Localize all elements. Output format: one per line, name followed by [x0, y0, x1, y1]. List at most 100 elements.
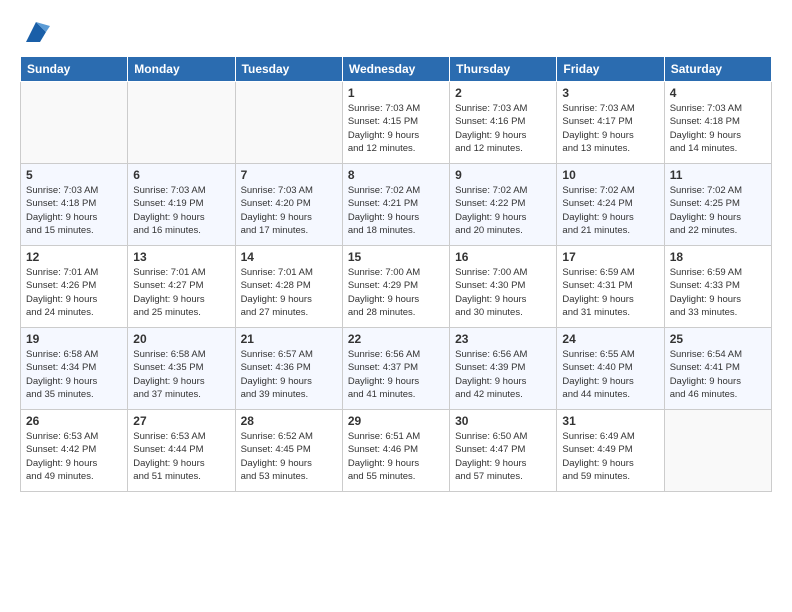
weekday-header: Thursday [450, 57, 557, 82]
day-info: Sunrise: 7:03 AM Sunset: 4:15 PM Dayligh… [348, 102, 444, 155]
day-info: Sunrise: 6:56 AM Sunset: 4:37 PM Dayligh… [348, 348, 444, 401]
day-number: 30 [455, 414, 551, 428]
day-number: 17 [562, 250, 658, 264]
day-info: Sunrise: 7:03 AM Sunset: 4:17 PM Dayligh… [562, 102, 658, 155]
calendar-week-row: 19 Sunrise: 6:58 AM Sunset: 4:34 PM Dayli… [21, 328, 772, 410]
day-number: 31 [562, 414, 658, 428]
day-number: 5 [26, 168, 122, 182]
day-info: Sunrise: 7:01 AM Sunset: 4:28 PM Dayligh… [241, 266, 337, 319]
calendar-day-cell: 13 Sunrise: 7:01 AM Sunset: 4:27 PM Dayli… [128, 246, 235, 328]
calendar-day-cell [664, 410, 771, 492]
calendar-day-cell: 20Sunrise: 6:58 AM Sunset: 4:35 PM Dayli… [128, 328, 235, 410]
calendar-day-cell: 18 Sunrise: 6:59 AM Sunset: 4:33 PM Dayli… [664, 246, 771, 328]
day-number: 12 [26, 250, 122, 264]
day-info: Sunrise: 7:01 AM Sunset: 4:27 PM Dayligh… [133, 266, 229, 319]
day-number: 27 [133, 414, 229, 428]
calendar-day-cell: 7 Sunrise: 7:03 AM Sunset: 4:20 PM Daylig… [235, 164, 342, 246]
calendar-day-cell [21, 82, 128, 164]
day-number: 3 [562, 86, 658, 100]
day-number: 19 [26, 332, 122, 346]
calendar-day-cell: 3 Sunrise: 7:03 AM Sunset: 4:17 PM Daylig… [557, 82, 664, 164]
calendar-day-cell: 30 Sunrise: 6:50 AM Sunset: 4:47 PM Dayli… [450, 410, 557, 492]
day-info: Sunrise: 6:56 AM Sunset: 4:39 PM Dayligh… [455, 348, 551, 401]
calendar-day-cell: 14 Sunrise: 7:01 AM Sunset: 4:28 PM Dayli… [235, 246, 342, 328]
day-info: Sunrise: 7:01 AM Sunset: 4:26 PM Dayligh… [26, 266, 122, 319]
calendar-day-cell: 25 Sunrise: 6:54 AM Sunset: 4:41 PM Dayli… [664, 328, 771, 410]
calendar-day-cell: 9 Sunrise: 7:02 AM Sunset: 4:22 PM Daylig… [450, 164, 557, 246]
calendar-day-cell: 19 Sunrise: 6:58 AM Sunset: 4:34 PM Dayli… [21, 328, 128, 410]
day-number: 4 [670, 86, 766, 100]
day-info: Sunrise: 7:03 AM Sunset: 4:18 PM Dayligh… [670, 102, 766, 155]
day-number: 29 [348, 414, 444, 428]
day-number: 6 [133, 168, 229, 182]
day-number: 15 [348, 250, 444, 264]
calendar-day-cell: 23 Sunrise: 6:56 AM Sunset: 4:39 PM Dayli… [450, 328, 557, 410]
calendar-day-cell: 28 Sunrise: 6:52 AM Sunset: 4:45 PM Dayli… [235, 410, 342, 492]
calendar-header-row: SundayMondayTuesdayWednesdayThursdayFrid… [21, 57, 772, 82]
day-info: Sunrise: 7:03 AM Sunset: 4:16 PM Dayligh… [455, 102, 551, 155]
calendar-day-cell [235, 82, 342, 164]
calendar-day-cell: 31 Sunrise: 6:49 AM Sunset: 4:49 PM Dayli… [557, 410, 664, 492]
calendar-day-cell: 26 Sunrise: 6:53 AM Sunset: 4:42 PM Dayli… [21, 410, 128, 492]
weekday-header: Monday [128, 57, 235, 82]
day-number: 25 [670, 332, 766, 346]
calendar-day-cell: 17 Sunrise: 6:59 AM Sunset: 4:31 PM Dayli… [557, 246, 664, 328]
day-info: Sunrise: 6:53 AM Sunset: 4:42 PM Dayligh… [26, 430, 122, 483]
day-number: 26 [26, 414, 122, 428]
logo [20, 18, 50, 46]
calendar-day-cell: 1 Sunrise: 7:03 AM Sunset: 4:15 PM Daylig… [342, 82, 449, 164]
calendar-day-cell: 22 Sunrise: 6:56 AM Sunset: 4:37 PM Dayli… [342, 328, 449, 410]
day-number: 2 [455, 86, 551, 100]
calendar-day-cell: 2 Sunrise: 7:03 AM Sunset: 4:16 PM Daylig… [450, 82, 557, 164]
calendar-week-row: 26 Sunrise: 6:53 AM Sunset: 4:42 PM Dayli… [21, 410, 772, 492]
day-number: 1 [348, 86, 444, 100]
day-number: 23 [455, 332, 551, 346]
day-info: Sunrise: 6:51 AM Sunset: 4:46 PM Dayligh… [348, 430, 444, 483]
day-number: 9 [455, 168, 551, 182]
day-info: Sunrise: 6:49 AM Sunset: 4:49 PM Dayligh… [562, 430, 658, 483]
weekday-header: Tuesday [235, 57, 342, 82]
day-info: Sunrise: 7:02 AM Sunset: 4:25 PM Dayligh… [670, 184, 766, 237]
calendar-table: SundayMondayTuesdayWednesdayThursdayFrid… [20, 56, 772, 492]
calendar-day-cell: 15 Sunrise: 7:00 AM Sunset: 4:29 PM Dayli… [342, 246, 449, 328]
day-number: 7 [241, 168, 337, 182]
day-info: Sunrise: 7:03 AM Sunset: 4:18 PM Dayligh… [26, 184, 122, 237]
header [20, 18, 772, 46]
day-info: Sunrise: 6:59 AM Sunset: 4:31 PM Dayligh… [562, 266, 658, 319]
calendar-day-cell: 8 Sunrise: 7:02 AM Sunset: 4:21 PM Daylig… [342, 164, 449, 246]
calendar-week-row: 5 Sunrise: 7:03 AM Sunset: 4:18 PM Daylig… [21, 164, 772, 246]
day-info: Sunrise: 7:00 AM Sunset: 4:29 PM Dayligh… [348, 266, 444, 319]
day-info: Sunrise: 6:52 AM Sunset: 4:45 PM Dayligh… [241, 430, 337, 483]
day-info: Sunrise: 6:59 AM Sunset: 4:33 PM Dayligh… [670, 266, 766, 319]
calendar-day-cell: 11 Sunrise: 7:02 AM Sunset: 4:25 PM Dayli… [664, 164, 771, 246]
calendar-day-cell: 12 Sunrise: 7:01 AM Sunset: 4:26 PM Dayli… [21, 246, 128, 328]
weekday-header: Sunday [21, 57, 128, 82]
logo-icon [22, 18, 50, 46]
day-number: 28 [241, 414, 337, 428]
calendar-day-cell: 5 Sunrise: 7:03 AM Sunset: 4:18 PM Daylig… [21, 164, 128, 246]
day-number: 22 [348, 332, 444, 346]
day-info: Sunrise: 7:02 AM Sunset: 4:24 PM Dayligh… [562, 184, 658, 237]
weekday-header: Saturday [664, 57, 771, 82]
day-number: 10 [562, 168, 658, 182]
day-info: Sunrise: 7:02 AM Sunset: 4:21 PM Dayligh… [348, 184, 444, 237]
day-info: Sunrise: 6:55 AM Sunset: 4:40 PM Dayligh… [562, 348, 658, 401]
day-info: Sunrise: 6:54 AM Sunset: 4:41 PM Dayligh… [670, 348, 766, 401]
day-info: Sunrise: 6:50 AM Sunset: 4:47 PM Dayligh… [455, 430, 551, 483]
calendar-day-cell: 29 Sunrise: 6:51 AM Sunset: 4:46 PM Dayli… [342, 410, 449, 492]
calendar-day-cell [128, 82, 235, 164]
day-number: 21 [241, 332, 337, 346]
calendar-day-cell: 10 Sunrise: 7:02 AM Sunset: 4:24 PM Dayli… [557, 164, 664, 246]
day-info: Sunrise: 7:03 AM Sunset: 4:20 PM Dayligh… [241, 184, 337, 237]
day-number: 18 [670, 250, 766, 264]
day-number: 8 [348, 168, 444, 182]
calendar-day-cell: 24Sunrise: 6:55 AM Sunset: 4:40 PM Dayli… [557, 328, 664, 410]
day-number: 14 [241, 250, 337, 264]
day-info: Sunrise: 6:57 AM Sunset: 4:36 PM Dayligh… [241, 348, 337, 401]
day-number: 11 [670, 168, 766, 182]
day-number: 13 [133, 250, 229, 264]
day-info: Sunrise: 6:53 AM Sunset: 4:44 PM Dayligh… [133, 430, 229, 483]
calendar-day-cell: 27 Sunrise: 6:53 AM Sunset: 4:44 PM Dayli… [128, 410, 235, 492]
day-info: Sunrise: 7:02 AM Sunset: 4:22 PM Dayligh… [455, 184, 551, 237]
day-info: Sunrise: 6:58 AM Sunset: 4:34 PM Dayligh… [26, 348, 122, 401]
